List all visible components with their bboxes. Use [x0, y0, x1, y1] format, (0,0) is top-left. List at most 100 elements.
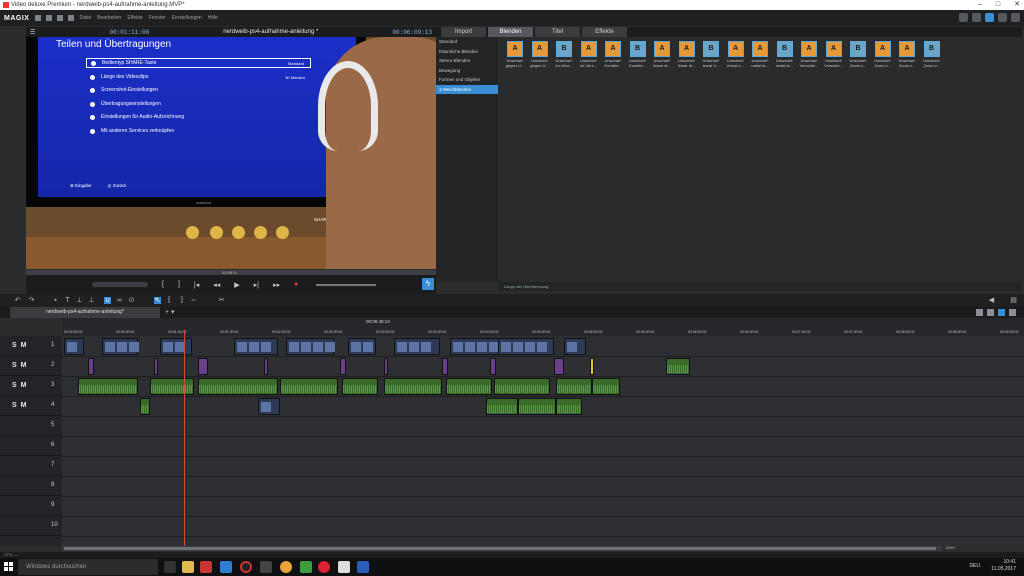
opera-icon[interactable]	[318, 561, 330, 573]
transition-clip[interactable]	[590, 358, 594, 375]
video-clip[interactable]	[160, 338, 192, 355]
track-header[interactable]: 5	[0, 416, 62, 436]
snap-icon[interactable]: ∪	[104, 297, 111, 304]
razor-icon[interactable]: ✂	[218, 297, 225, 304]
solo-mute-controls[interactable]: S M	[12, 342, 27, 349]
audio-clip[interactable]	[280, 378, 338, 395]
video-clip[interactable]	[64, 338, 84, 355]
menu-einstellungen[interactable]: Einstellungen	[172, 15, 202, 21]
app-icon-green[interactable]	[300, 561, 312, 573]
transition-item[interactable]: B Unscharf: Zoom v...	[921, 41, 943, 68]
video-clip[interactable]	[348, 338, 376, 355]
transition-item[interactable]: A Unscharf: Verschie...	[823, 41, 845, 68]
volume-slider[interactable]	[316, 284, 376, 286]
transition-item[interactable]: A Unscharf: Verschie...	[798, 41, 820, 68]
track-header[interactable]: 7	[0, 456, 62, 476]
menu-effekte[interactable]: Effekte	[127, 15, 142, 21]
audio-clip[interactable]	[556, 398, 582, 415]
settings-icon[interactable]	[1011, 13, 1020, 22]
menu-datei[interactable]: Datei	[79, 15, 91, 21]
zoom-level[interactable]: 100%	[945, 545, 1024, 552]
menu-fenster[interactable]: Fenster	[149, 15, 166, 21]
audio-clip[interactable]	[198, 378, 278, 395]
tab-blenden[interactable]: Blenden	[488, 27, 533, 37]
audio-clip[interactable]	[666, 358, 690, 375]
storyboard-mode-icon[interactable]	[976, 309, 983, 316]
transition-item[interactable]: A Unscharf: im Uhrz...	[578, 41, 600, 68]
export-icon[interactable]	[68, 15, 75, 21]
maximize-button[interactable]: □	[996, 0, 1000, 10]
group-icon[interactable]: ⊙	[128, 297, 135, 304]
audio-clip[interactable]	[342, 378, 378, 395]
close-button[interactable]: ✕	[1014, 0, 1020, 10]
solo-mute-controls[interactable]: S M	[12, 362, 27, 369]
track-header[interactable]: S M 2	[0, 356, 62, 376]
cd-icon[interactable]	[959, 13, 968, 22]
transition-item[interactable]: A Unscharf: Zoom v...	[896, 41, 918, 68]
language-indicator[interactable]: DEU	[969, 563, 980, 569]
play-icon[interactable]: ▶	[234, 281, 239, 289]
category-bewegung[interactable]: Bewegung	[436, 66, 498, 76]
chrome-icon[interactable]	[280, 561, 292, 573]
audio-clip[interactable]	[150, 378, 194, 395]
transition-item[interactable]: A Unscharf: gegen U...	[529, 41, 551, 68]
magix-taskbar-icon[interactable]	[220, 561, 232, 573]
explorer-icon[interactable]	[182, 561, 194, 573]
solo-mute-controls[interactable]: S M	[12, 402, 27, 409]
video-clip[interactable]	[450, 338, 502, 355]
category-weichblenden[interactable]: 3 Weichblenden	[436, 84, 498, 94]
transition-clip[interactable]	[442, 358, 448, 375]
video-clip[interactable]	[234, 338, 278, 355]
solo-mute-controls[interactable]: S M	[12, 382, 27, 389]
audio-clip[interactable]	[486, 398, 518, 415]
transition-clip[interactable]	[340, 358, 346, 375]
online-icon[interactable]	[985, 13, 994, 22]
move-icon[interactable]: ⟧	[178, 297, 185, 304]
category-raeumliche-blenden[interactable]: Räumliche Blenden	[436, 47, 498, 57]
help-icon[interactable]	[998, 13, 1007, 22]
prev-marker-icon[interactable]: |◂	[194, 281, 199, 289]
transition-item[interactable]: B Unscharf: im Uhrz...	[553, 41, 575, 68]
tab-titel[interactable]: Titel	[535, 27, 580, 37]
multicam-mode-icon[interactable]	[1009, 309, 1016, 316]
word-icon[interactable]	[357, 561, 369, 573]
transition-clip[interactable]	[490, 358, 496, 375]
transition-item[interactable]: B Unscharf: radial le...	[774, 41, 796, 68]
transition-item[interactable]: A Unscharf: linear-v...	[725, 41, 747, 68]
new-file-icon[interactable]	[35, 15, 42, 21]
panel-icon[interactable]: ▤	[1010, 297, 1017, 304]
record-icon[interactable]: ●	[294, 281, 298, 289]
jog-wheel[interactable]	[92, 282, 148, 287]
mail-icon[interactable]	[338, 561, 350, 573]
menu-hilfe[interactable]: Hilfe	[208, 15, 218, 21]
transition-clip[interactable]	[154, 358, 158, 375]
track-header[interactable]: 8	[0, 476, 62, 496]
transition-item[interactable]: A Unscharf: linear di...	[651, 41, 673, 68]
timeline-mode-icon[interactable]	[998, 309, 1005, 316]
delete-icon[interactable]: ▪	[52, 297, 59, 304]
transition-clip[interactable]	[384, 358, 388, 375]
volume-icon[interactable]: ◀	[988, 297, 995, 304]
split-icon[interactable]: ⊥	[88, 297, 95, 304]
video-clip[interactable]	[102, 338, 139, 355]
transition-item[interactable]: A Unscharf: Zoom v...	[872, 41, 894, 68]
task-view-icon[interactable]	[164, 561, 176, 573]
lightning-icon[interactable]: ϟ	[422, 278, 434, 290]
transition-item[interactable]: A Unscharf: gegen U...	[504, 41, 526, 68]
transition-item[interactable]: B Unscharf: Zoom v...	[847, 41, 869, 68]
audio-clip[interactable]	[140, 398, 150, 415]
menu-bearbeiten[interactable]: Bearbeiten	[97, 15, 121, 21]
audio-clip[interactable]	[592, 378, 620, 395]
timeline-scrollbar[interactable]	[62, 546, 942, 551]
link-icon[interactable]: ∞	[116, 297, 123, 304]
audio-clip[interactable]	[556, 378, 592, 395]
taskbar-search[interactable]: Windows durchsuchen	[18, 559, 158, 575]
transition-item[interactable]: A Unscharf: radial la...	[749, 41, 771, 68]
redo-icon[interactable]: ↷	[28, 297, 35, 304]
video-clip[interactable]	[394, 338, 440, 355]
next-marker-icon[interactable]: ▸▸	[273, 281, 280, 289]
clock[interactable]: 10:41 11.05.2017	[991, 559, 1016, 573]
video-clip[interactable]	[564, 338, 586, 355]
transition-clip[interactable]	[198, 358, 208, 375]
undo-history-icon[interactable]	[972, 13, 981, 22]
